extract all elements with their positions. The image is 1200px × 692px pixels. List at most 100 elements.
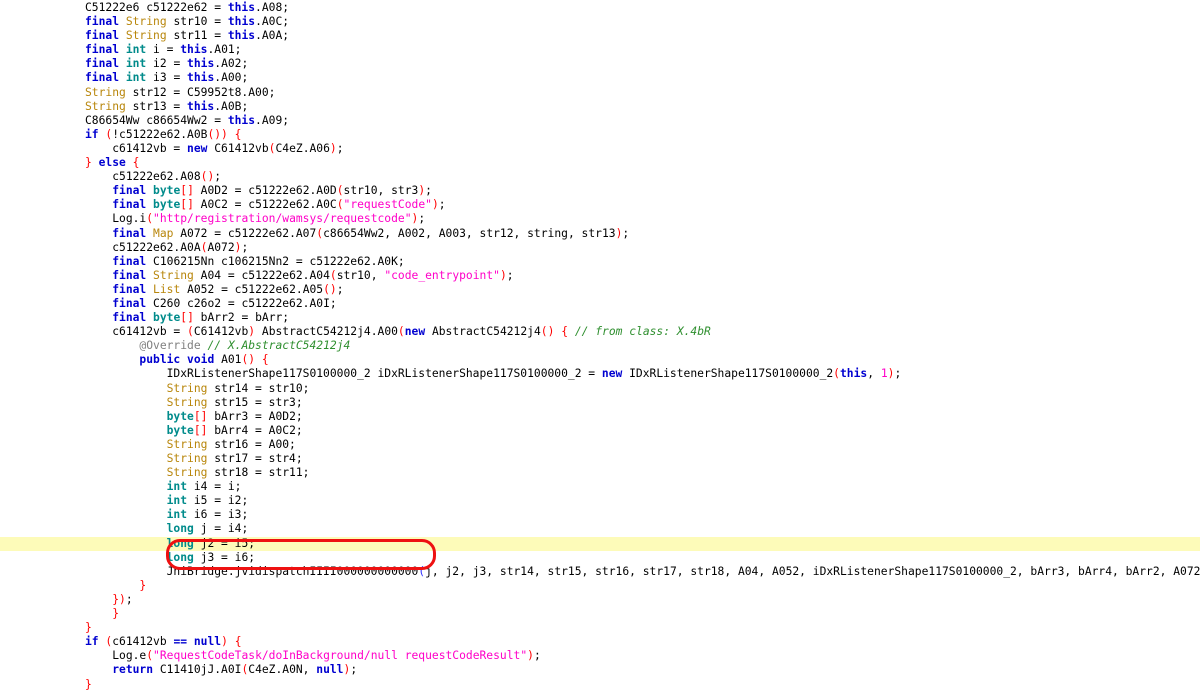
code-token: ; <box>241 240 249 254</box>
code-line[interactable]: } <box>0 621 1200 635</box>
code-line[interactable]: c51222e62.A08(); <box>0 170 1200 184</box>
code-line[interactable]: c61412vb = new C61412vb(C4eZ.A06); <box>0 142 1200 156</box>
code-line-text: final int i = this.A01; <box>0 43 241 57</box>
code-line[interactable]: final int i2 = this.A02; <box>0 57 1200 71</box>
code-line[interactable]: C51222e6 c51222e62 = this.A08; <box>0 1 1200 15</box>
code-line[interactable]: final int i3 = this.A00; <box>0 71 1200 85</box>
code-line-text: } <box>0 621 92 635</box>
code-line[interactable]: JniBridge.jvidispatchIIII000000000000(j,… <box>0 565 1200 579</box>
code-token: i2 = <box>146 57 188 71</box>
code-token: ) <box>329 141 337 155</box>
code-token: Log.i <box>112 212 147 226</box>
code-token: ) <box>499 268 507 282</box>
code-token: String <box>85 85 126 99</box>
code-line[interactable]: } <box>0 607 1200 621</box>
code-line[interactable]: } else { <box>0 156 1200 170</box>
code-line-text: String str15 = str3; <box>0 396 303 410</box>
code-token: this <box>187 99 215 113</box>
code-line[interactable]: final List A052 = c51222e62.A05(); <box>0 283 1200 297</box>
code-token: String <box>166 452 208 465</box>
code-token: byte <box>153 198 181 212</box>
code-line[interactable]: c51222e62.A0A(A072); <box>0 241 1200 255</box>
code-token: C86654Ww c86654Ww2 = <box>85 113 228 127</box>
code-token: c61412vb <box>112 635 174 649</box>
code-token: } <box>85 621 92 635</box>
code-line[interactable]: long j = i4; <box>0 522 1200 536</box>
code-token: String <box>153 268 194 282</box>
code-token: ; <box>418 212 426 226</box>
code-line[interactable]: public void A01() { <box>0 353 1200 367</box>
code-token: IDxRListenerShape117S0100000_2 <box>622 367 834 381</box>
code-line[interactable]: final C106215Nn c106215Nn2 = c51222e62.A… <box>0 255 1200 269</box>
code-line-highlighted[interactable]: long j2 = i5; <box>0 536 1200 551</box>
code-token: "code_entrypoint" <box>384 268 500 282</box>
code-line[interactable]: final byte[] A0C2 = c51222e62.A0C("reque… <box>0 198 1200 212</box>
code-viewer[interactable]: C51222e6 c51222e62 = this.A08; final Stri… <box>0 0 1200 691</box>
code-token: i6 = i3; <box>187 508 249 522</box>
code-line[interactable]: } <box>0 678 1200 692</box>
code-line[interactable]: final int i = this.A01; <box>0 43 1200 57</box>
code-line[interactable]: int i6 = i3; <box>0 508 1200 522</box>
code-line[interactable]: if (c61412vb == null) { <box>0 635 1200 649</box>
code-line[interactable]: IDxRListenerShape117S0100000_2 iDxRListe… <box>0 367 1200 381</box>
code-token: ( <box>397 325 405 339</box>
code-token: str12 = C59952t8.A00; <box>125 85 276 99</box>
code-line[interactable]: String str13 = this.A0B; <box>0 100 1200 114</box>
code-line[interactable]: byte[] bArr3 = A0D2; <box>0 410 1200 424</box>
code-text-area[interactable]: C51222e6 c51222e62 = this.A08; final Stri… <box>0 0 1200 692</box>
code-token: () <box>540 325 555 339</box>
code-line[interactable]: }); <box>0 593 1200 607</box>
code-token: void <box>187 353 215 367</box>
code-token: String <box>125 15 167 29</box>
code-line[interactable]: final String str10 = this.A0C; <box>0 15 1200 29</box>
code-token: final <box>85 43 120 57</box>
code-line-text: String str13 = this.A0B; <box>0 100 248 114</box>
code-line[interactable]: String str18 = str11; <box>0 466 1200 480</box>
code-line[interactable]: String str16 = A00; <box>0 438 1200 452</box>
code-line[interactable]: Log.i("http/registration/wamsys/requestc… <box>0 212 1200 226</box>
code-line[interactable]: String str12 = C59952t8.A00; <box>0 86 1200 100</box>
code-line[interactable]: if (!c51222e62.A0B()) { <box>0 128 1200 142</box>
code-token: JniBridge.jvidispatchIIII000000000000 <box>166 564 419 578</box>
code-line[interactable]: String str14 = str10; <box>0 382 1200 396</box>
code-line[interactable]: } <box>0 579 1200 593</box>
code-token: final <box>112 226 147 240</box>
code-token: A0D2 = c51222e62.A0D <box>193 184 337 198</box>
code-line[interactable]: final Map A072 = c51222e62.A07(c86654Ww2… <box>0 227 1200 241</box>
code-line[interactable]: @Override // X.AbstractC54212j4 <box>0 339 1200 353</box>
code-line[interactable]: int i5 = i2; <box>0 494 1200 508</box>
code-line[interactable]: final String A04 = c51222e62.A04(str10, … <box>0 269 1200 283</box>
code-line-text: @Override // X.AbstractC54212j4 <box>0 339 350 353</box>
code-line[interactable]: long j3 = i6; <box>0 551 1200 565</box>
code-token: this <box>227 113 256 127</box>
code-line[interactable]: return C11410jJ.A0I(C4eZ.A0N, null); <box>0 663 1200 677</box>
code-line[interactable]: final String str11 = this.A0A; <box>0 29 1200 43</box>
code-line-text: long j2 = i5; <box>0 537 255 551</box>
code-line-text: if (c61412vb == null) { <box>0 635 242 649</box>
code-line[interactable]: C86654Ww c86654Ww2 = this.A09; <box>0 114 1200 128</box>
code-line[interactable]: final byte[] bArr2 = bArr; <box>0 311 1200 325</box>
code-line[interactable]: Log.e("RequestCodeTask/doInBackground/nu… <box>0 649 1200 663</box>
code-line-text: c51222e62.A0A(A072); <box>0 241 248 255</box>
code-token: ; <box>425 184 432 198</box>
code-token: ( <box>336 184 344 198</box>
code-token: bArr3 = A0D2; <box>207 409 303 423</box>
code-line[interactable]: final byte[] A0D2 = c51222e62.A0D(str10,… <box>0 184 1200 198</box>
code-token: A052 = c51222e62.A05 <box>180 282 324 296</box>
code-line[interactable]: int i4 = i; <box>0 480 1200 494</box>
code-line[interactable]: final C260 c26o2 = c51222e62.A0I; <box>0 297 1200 311</box>
code-token: } <box>85 677 92 691</box>
code-line[interactable]: c61412vb = (C61412vb) AbstractC54212j4.A… <box>0 325 1200 339</box>
code-line[interactable]: byte[] bArr4 = A0C2; <box>0 424 1200 438</box>
code-line[interactable]: String str17 = str4; <box>0 452 1200 466</box>
code-line[interactable]: String str15 = str3; <box>0 396 1200 410</box>
